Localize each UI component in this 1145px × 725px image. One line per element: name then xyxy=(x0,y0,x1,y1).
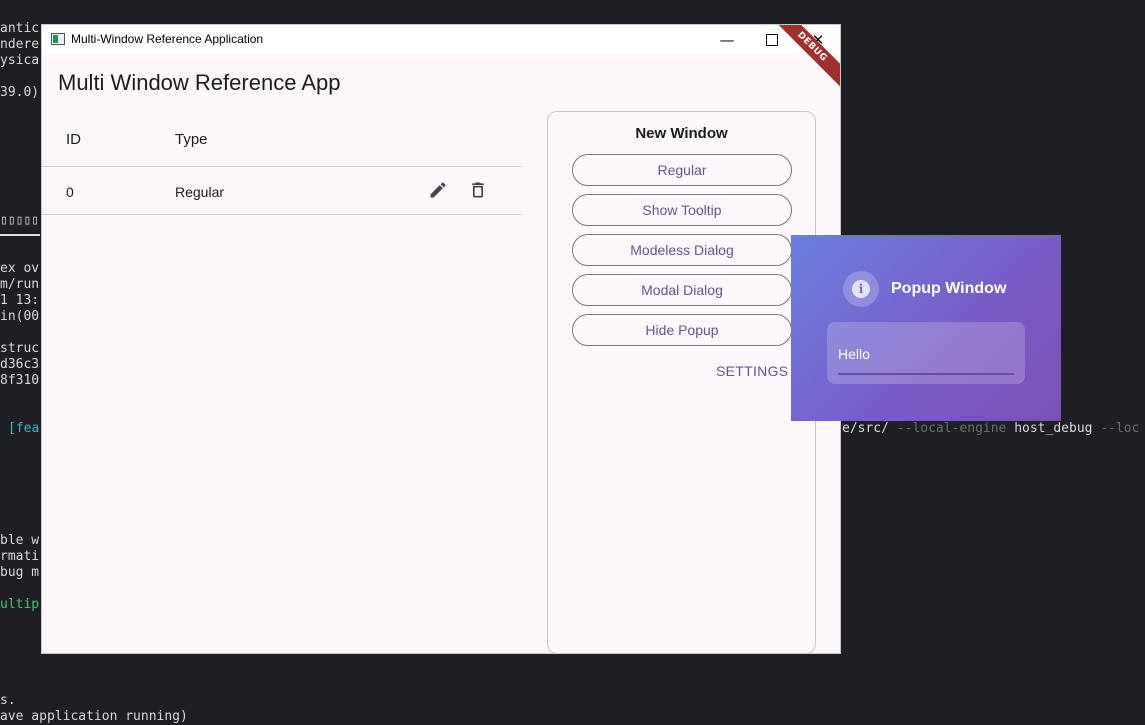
delete-button[interactable] xyxy=(467,179,489,201)
popup-field-underline xyxy=(838,373,1014,375)
info-icon: i xyxy=(843,271,879,307)
cell-type: Regular xyxy=(175,184,225,200)
maximize-icon xyxy=(766,34,778,46)
column-header-type: Type xyxy=(175,131,208,148)
terminal-line: ave application running) xyxy=(0,709,188,724)
popup-title: Popup Window xyxy=(891,280,1007,297)
windows-table: ID Type 0 Regular xyxy=(42,111,522,215)
hide-popup-button[interactable]: Hide Popup xyxy=(572,314,792,346)
terminal-flag: --loc xyxy=(1100,421,1140,436)
terminal-line: s. xyxy=(0,693,16,708)
popup-text-field[interactable]: Hello xyxy=(827,322,1025,384)
show-tooltip-button[interactable]: Show Tooltip xyxy=(572,194,792,226)
panel-title: New Window xyxy=(635,125,728,142)
table-row: 0 Regular xyxy=(42,167,522,215)
terminal-line: ysica xyxy=(0,53,40,68)
terminal-line: ▯▯▯▯▯ xyxy=(0,213,40,228)
app-window-icon xyxy=(51,33,65,45)
terminal-line: 39.0) xyxy=(0,85,40,100)
main-window: Multi-Window Reference Application — ✕ D… xyxy=(41,24,841,654)
popup-window: i Popup Window Hello xyxy=(791,235,1061,421)
terminal-flag: --local-engine xyxy=(896,421,1007,436)
terminal-line: d36c3 xyxy=(0,357,40,372)
table-header: ID Type xyxy=(42,111,522,167)
pencil-icon xyxy=(430,182,446,198)
terminal-line: bug m xyxy=(0,565,40,580)
terminal-line: ex ov xyxy=(0,261,40,276)
terminal-path: e/src/ xyxy=(842,421,889,436)
terminal-line: [fea xyxy=(8,421,40,436)
minimize-button[interactable]: — xyxy=(704,25,750,55)
popup-field-value: Hello xyxy=(838,346,870,362)
terminal-line-right: e/src/ --local-engine host_debug --loc xyxy=(842,421,1139,437)
terminal-line: 8f310 xyxy=(0,373,40,388)
terminal-line: ndere xyxy=(0,37,40,52)
window-titlebar[interactable]: Multi-Window Reference Application — ✕ xyxy=(42,25,840,55)
terminal-line: m/run xyxy=(0,277,40,292)
edit-button[interactable] xyxy=(427,179,449,201)
terminal-line: in(00 xyxy=(0,309,40,324)
window-title: Multi-Window Reference Application xyxy=(71,32,264,46)
column-header-id: ID xyxy=(66,131,81,148)
modal-dialog-button[interactable]: Modal Dialog xyxy=(572,274,792,306)
new-window-panel: New Window Regular Show Tooltip Modeless… xyxy=(547,111,816,653)
modeless-dialog-button[interactable]: Modeless Dialog xyxy=(572,234,792,266)
settings-button[interactable]: SETTINGS xyxy=(716,363,788,379)
terminal-line: 1 13: xyxy=(0,293,40,308)
terminal-line: ble w xyxy=(0,533,40,548)
terminal-underline xyxy=(0,234,40,236)
cell-id: 0 xyxy=(66,184,74,200)
page-title: Multi Window Reference App xyxy=(58,70,341,95)
terminal-value: host_debug xyxy=(1014,421,1093,436)
terminal-line: ultip xyxy=(0,597,40,612)
terminal-line: antic xyxy=(0,21,40,36)
info-icon-glyph: i xyxy=(852,280,870,298)
regular-button[interactable]: Regular xyxy=(572,154,792,186)
trash-icon xyxy=(472,182,484,198)
terminal-line: rmati xyxy=(0,549,40,564)
terminal-line: struc xyxy=(0,341,40,356)
